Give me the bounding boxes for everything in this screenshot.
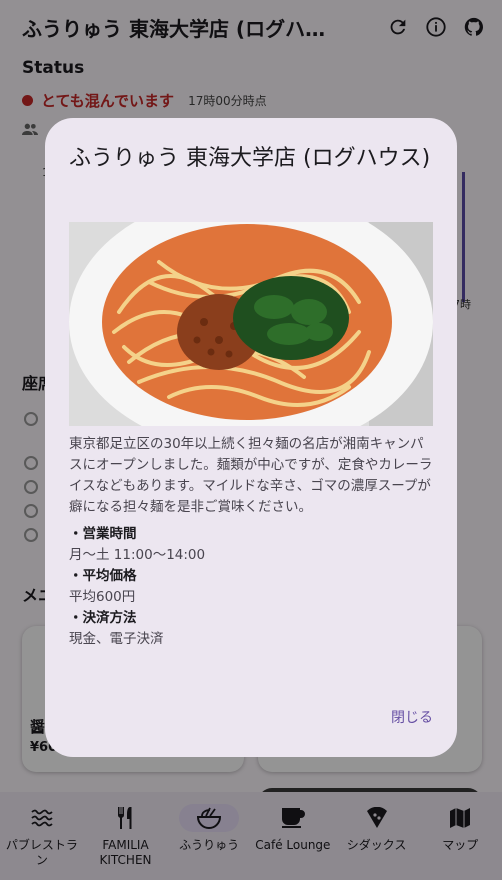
hours-heading: ・営業時間 bbox=[69, 526, 137, 542]
restaurant-dialog: ふうりゅう 東海大学店 (ログハウス) 東京都足立区の30年以上続く担々麺の名店… bbox=[45, 118, 457, 757]
close-button[interactable]: 閉じる bbox=[391, 707, 433, 727]
dialog-body: 東京都足立区の30年以上続く担々麺の名店が湘南キャンパスにオープンしました。麺類… bbox=[69, 434, 433, 650]
price-heading: ・平均価格 bbox=[69, 568, 137, 584]
price-value: 平均600円 bbox=[69, 589, 136, 605]
payment-value: 現金、電子決済 bbox=[69, 631, 164, 647]
dialog-description: 東京都足立区の30年以上続く担々麺の名店が湘南キャンパスにオープンしました。麺類… bbox=[69, 436, 433, 515]
payment-heading: ・決済方法 bbox=[69, 610, 137, 626]
dish-image bbox=[69, 222, 433, 426]
dialog-title: ふうりゅう 東海大学店 (ログハウス) bbox=[69, 146, 431, 171]
hours-value: 月～土 11:00～14:00 bbox=[69, 547, 206, 563]
